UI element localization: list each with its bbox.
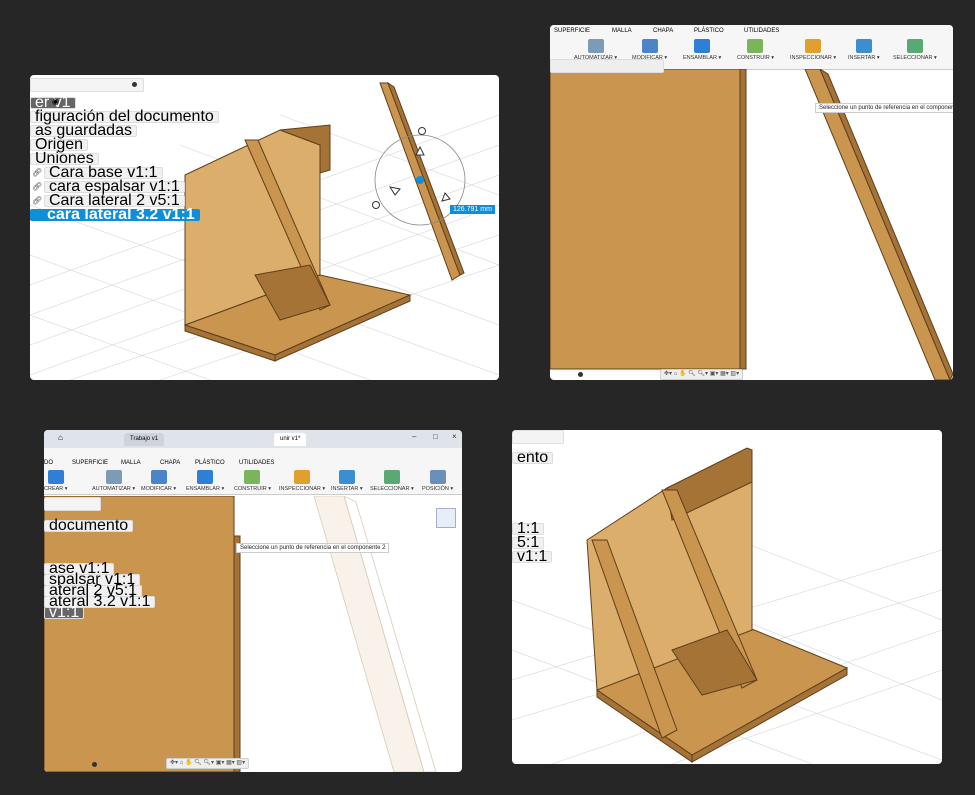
link-icon: 🔗︎ xyxy=(32,168,43,177)
seleccionar-button[interactable]: SELECCIONAR ▾ xyxy=(370,470,414,492)
tab-utilidades[interactable]: UTILIDADES xyxy=(239,460,274,466)
tab-chapa[interactable]: CHAPA xyxy=(160,460,180,466)
close-icon[interactable]: × xyxy=(452,432,457,441)
ensamblar-button[interactable]: ENSAMBLAR ▾ xyxy=(683,39,721,61)
tab-chapa[interactable]: CHAPA xyxy=(653,28,673,34)
model-closeup[interactable] xyxy=(550,69,953,380)
maximize-icon[interactable]: □ xyxy=(433,432,438,441)
home-icon[interactable]: ⌂ xyxy=(58,433,63,442)
posicion-button[interactable]: POSICIÓN ▾ xyxy=(422,470,453,492)
seleccionar-button[interactable]: SELECCIONAR ▾ xyxy=(893,39,937,61)
tab-superficie[interactable]: SUPERFICIE xyxy=(72,460,108,466)
window-titlebar: ⌂ Trabajo v1 unir v1* – □ × xyxy=(44,430,462,448)
rotate-handle-icon xyxy=(416,176,424,184)
back-panel-face xyxy=(550,69,741,370)
inspeccionar-button[interactable]: INSPECCIONAR ▾ xyxy=(279,470,325,492)
viewport-panel-3[interactable]: ⌂ Trabajo v1 unir v1* – □ × DO SUPERFICI… xyxy=(44,430,462,772)
crear-button[interactable]: CREAR ▾ xyxy=(44,470,68,492)
browser-search[interactable] xyxy=(30,78,144,92)
automatizar-button[interactable]: AUTOMATIZAR ▾ xyxy=(92,470,135,492)
browser-search[interactable] xyxy=(44,497,101,511)
settings-dot-icon[interactable] xyxy=(578,372,583,377)
insertar-button[interactable]: INSERTAR ▾ xyxy=(848,39,880,61)
tab-plastico[interactable]: PLÁSTICO xyxy=(694,28,724,34)
back-panel-face xyxy=(44,496,235,772)
tab-plastico[interactable]: PLÁSTICO xyxy=(195,460,225,466)
model-closeup[interactable] xyxy=(44,496,462,772)
inspeccionar-button[interactable]: INSPECCIONAR ▾ xyxy=(790,39,836,61)
construir-button[interactable]: CONSTRUIR ▾ xyxy=(234,470,271,492)
link-icon: 🔗︎ xyxy=(32,182,43,191)
selection-prompt: Seleccione un punto de referencia en el … xyxy=(236,543,390,553)
tree-item-3[interactable]: v1:1 xyxy=(512,549,553,565)
model-3d-view[interactable] xyxy=(512,430,942,764)
tab-utilidades[interactable]: UTILIDADES xyxy=(744,28,779,34)
link-icon: 🔗︎ xyxy=(32,196,43,205)
viewport-panel-4[interactable]: ento 1:1 5:1 v1:1 xyxy=(512,430,942,764)
ghost-part xyxy=(313,496,425,772)
modificar-button[interactable]: MODIFICAR ▾ xyxy=(632,39,667,61)
tree-item-lateral-3[interactable]: cara lateral 3.2 v1:1 xyxy=(30,207,200,223)
viewport-panel-2[interactable]: SUPERFICIE MALLA CHAPA PLÁSTICO UTILIDAD… xyxy=(550,25,953,380)
tree-item-doc[interactable]: documento xyxy=(44,518,134,534)
tree-item-comp[interactable]: v1:1 xyxy=(44,605,85,621)
eye-icon[interactable]: ◉ xyxy=(52,97,59,106)
tree-item-doc[interactable]: ento xyxy=(512,450,554,466)
selection-prompt: Seleccione un punto de referencia en el … xyxy=(815,103,953,113)
navigation-cube-icon[interactable] xyxy=(436,508,456,528)
tab-malla[interactable]: MALLA xyxy=(612,28,632,34)
browser-search[interactable] xyxy=(550,59,664,73)
insertar-button[interactable]: INSERTAR ▾ xyxy=(331,470,363,492)
ensamblar-button[interactable]: ENSAMBLAR ▾ xyxy=(186,470,224,492)
browser-close-icon[interactable] xyxy=(132,82,137,87)
settings-dot-icon[interactable] xyxy=(92,762,97,767)
tab-malla[interactable]: MALLA xyxy=(121,460,141,466)
tab-unir[interactable]: unir v1* xyxy=(274,433,307,446)
dimension-input[interactable]: 126.791 mm xyxy=(450,205,495,214)
viewport-panel-1[interactable]: er v1 ◉ figuración del documento as guar… xyxy=(30,75,499,380)
navigation-bar[interactable]: ✥▾ ⌂ ✋ 🔍︎ 🔍︎▾ ▣▾ ▦▾ ▥▾ xyxy=(166,758,250,769)
tab-superficie[interactable]: SUPERFICIE xyxy=(554,28,590,34)
navigation-bar[interactable]: ✥▾ ⌂ ✋ 🔍︎ 🔍︎▾ ▣▾ ▦▾ ▥▾ xyxy=(660,369,744,380)
brace-edge xyxy=(804,69,951,380)
construir-button[interactable]: CONSTRUIR ▾ xyxy=(737,39,774,61)
modificar-button[interactable]: MODIFICAR ▾ xyxy=(141,470,176,492)
automatizar-button[interactable]: AUTOMATIZAR ▾ xyxy=(574,39,617,61)
minimize-icon[interactable]: – xyxy=(412,432,416,441)
tab-diseno[interactable]: DO xyxy=(44,460,53,466)
browser-search[interactable] xyxy=(512,430,564,444)
tab-trabajo[interactable]: Trabajo v1 xyxy=(124,433,165,446)
